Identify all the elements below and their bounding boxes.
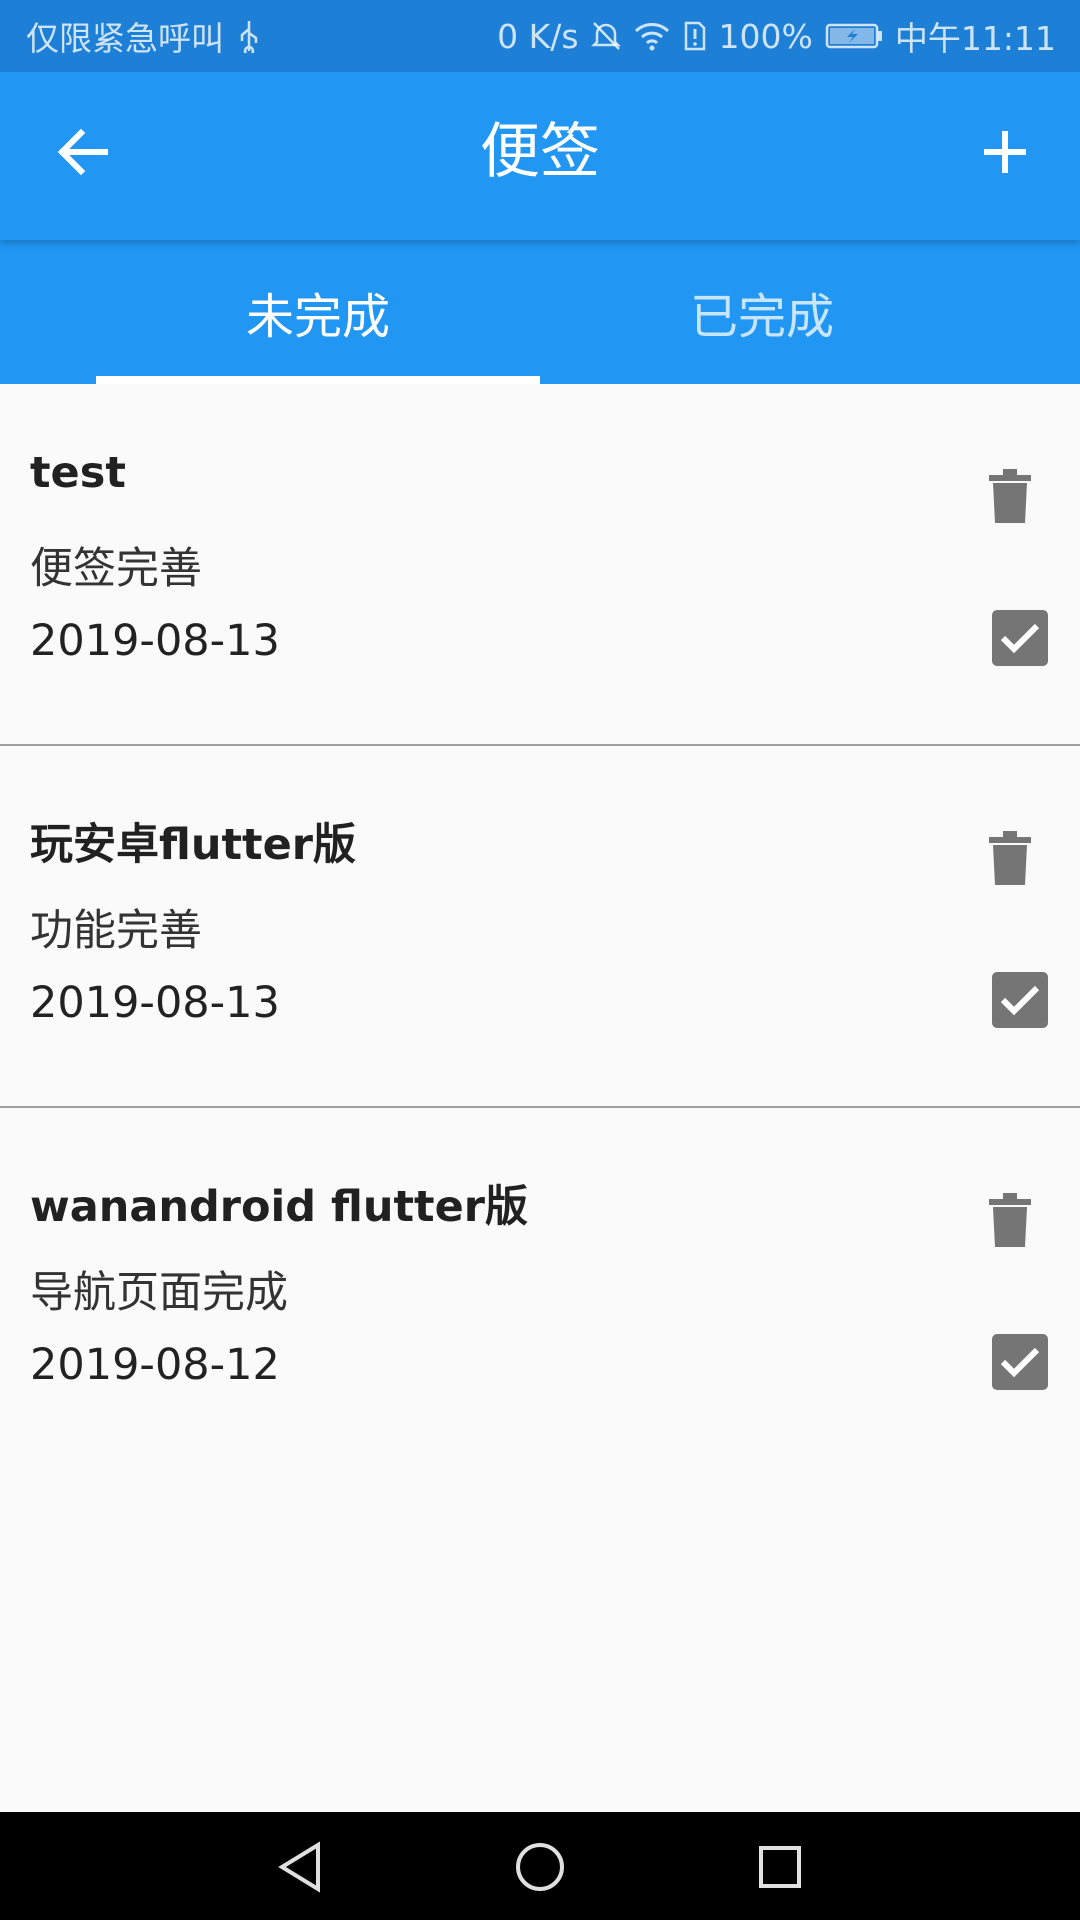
note-item[interactable]: test 便签完善 2019-08-13 xyxy=(0,384,1080,746)
note-date: 2019-08-13 xyxy=(30,978,280,1028)
plus-icon xyxy=(984,131,1026,173)
battery-percent: 100% xyxy=(718,16,813,56)
mute-icon xyxy=(590,20,621,52)
note-date: 2019-08-13 xyxy=(30,616,280,666)
note-title: test xyxy=(30,448,126,498)
check-icon xyxy=(1000,1347,1040,1378)
carrier-text: 仅限紧急呼叫 xyxy=(26,19,224,58)
network-speed: 0 K/s xyxy=(497,16,579,56)
trash-icon xyxy=(989,469,1031,523)
nav-recent-button[interactable] xyxy=(730,1832,830,1902)
done-checkbox[interactable] xyxy=(992,972,1048,1028)
note-content: 导航页面完成 xyxy=(30,1268,288,1318)
status-bar: 仅限紧急呼叫 0 K/s 100% 中午11:11 xyxy=(0,0,1080,72)
note-item[interactable]: 玩安卓flutter版 功能完善 2019-08-13 xyxy=(0,746,1080,1108)
page-title: 便签 xyxy=(480,117,600,187)
note-content: 功能完善 xyxy=(30,906,202,956)
square-recent-icon xyxy=(759,1846,801,1888)
note-content: 便签完善 xyxy=(30,544,202,594)
system-nav-bar xyxy=(0,1812,1080,1920)
usb-icon xyxy=(238,19,260,53)
trash-icon xyxy=(989,831,1031,885)
check-icon xyxy=(1000,985,1040,1016)
done-checkbox[interactable] xyxy=(992,1334,1048,1390)
delete-button[interactable] xyxy=(970,456,1050,536)
tab-indicator xyxy=(96,376,540,384)
nav-home-button[interactable] xyxy=(490,1832,590,1902)
tab-bar: 未完成 已完成 xyxy=(0,240,1080,384)
note-title: 玩安卓flutter版 xyxy=(30,820,356,870)
clock: 中午11:11 xyxy=(894,19,1056,58)
note-list: test 便签完善 2019-08-13 玩安卓flutter版 功能完善 20… xyxy=(0,384,1080,1470)
sim-alert-icon xyxy=(683,20,707,52)
wifi-icon xyxy=(633,20,671,52)
circle-home-icon xyxy=(516,1843,564,1891)
note-item[interactable]: wanandroid flutter版 导航页面完成 2019-08-12 xyxy=(0,1108,1080,1470)
delete-button[interactable] xyxy=(970,818,1050,898)
tab-completed[interactable]: 已完成 xyxy=(540,240,984,384)
done-checkbox[interactable] xyxy=(992,610,1048,666)
check-icon xyxy=(1000,623,1040,654)
add-note-button[interactable] xyxy=(960,112,1050,192)
trash-icon xyxy=(989,1193,1031,1247)
tab-incomplete[interactable]: 未完成 xyxy=(96,240,540,384)
delete-button[interactable] xyxy=(970,1180,1050,1260)
nav-back-button[interactable] xyxy=(250,1832,350,1902)
battery-charging-icon xyxy=(825,22,883,50)
note-title: wanandroid flutter版 xyxy=(30,1182,528,1232)
triangle-back-icon xyxy=(278,1841,320,1893)
note-date: 2019-08-12 xyxy=(30,1340,280,1390)
app-bar: 便签 xyxy=(0,72,1080,240)
